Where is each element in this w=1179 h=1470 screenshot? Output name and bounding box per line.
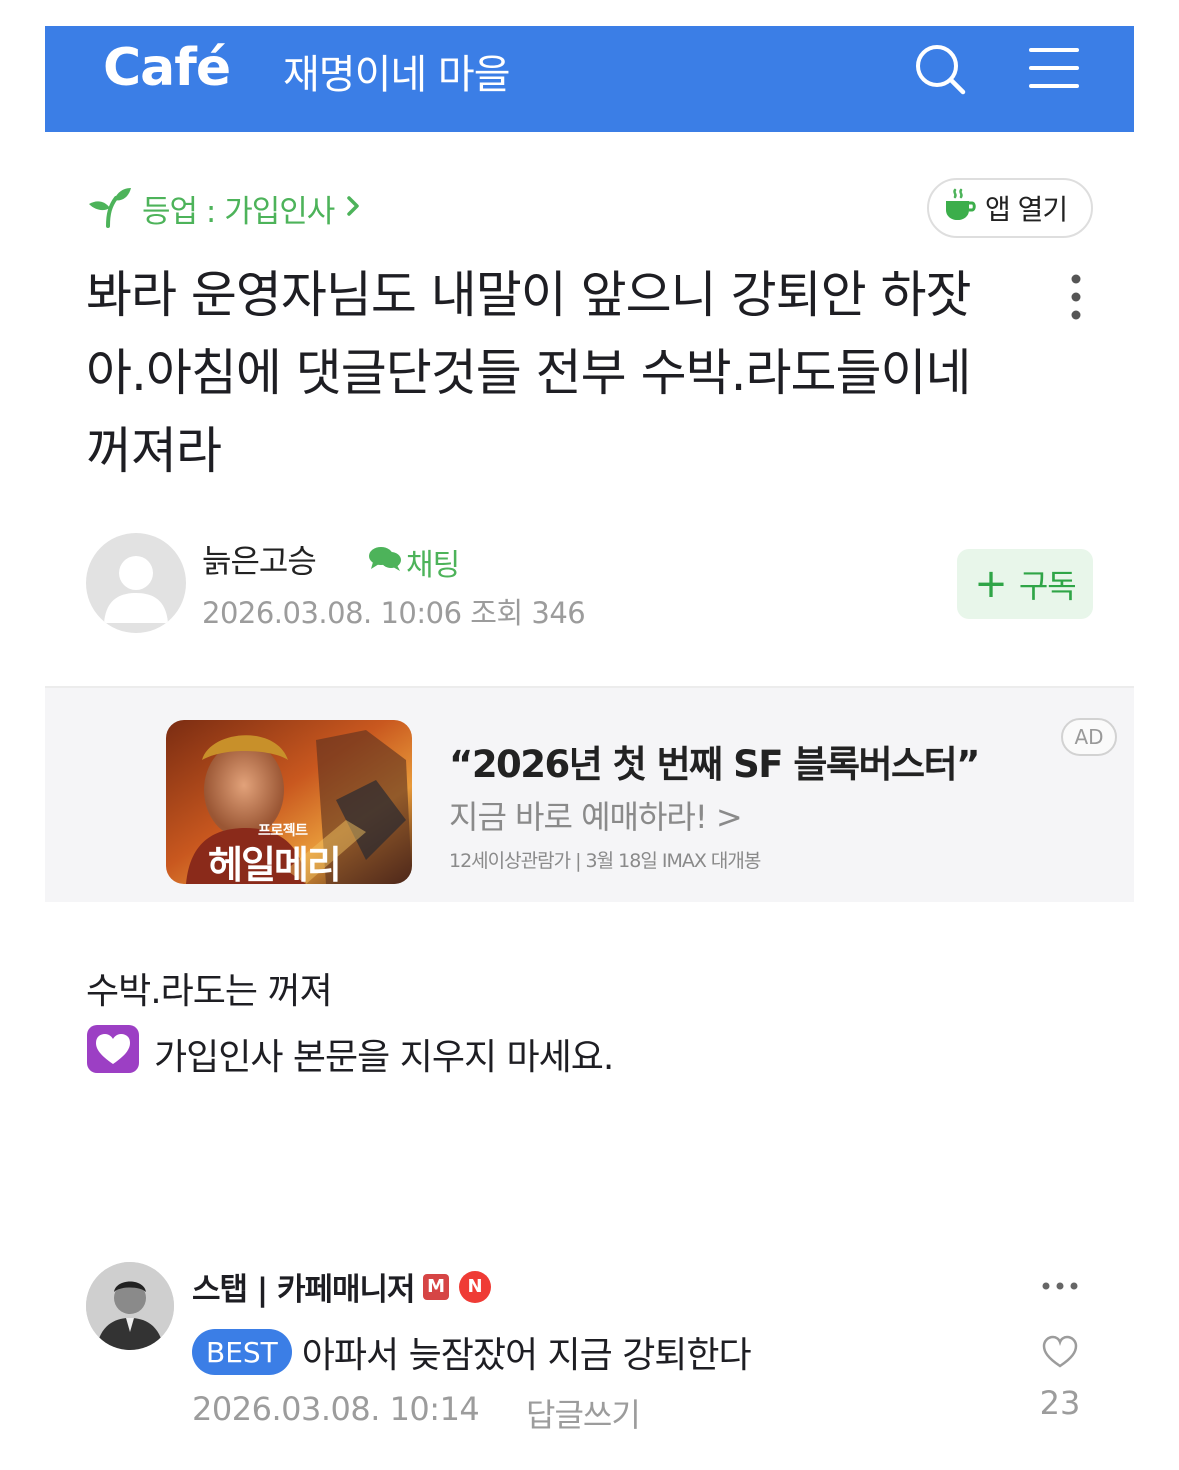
post-body-line: 수박.라도는 꺼져 (86, 971, 333, 1012)
top-header: Café 재명이네 마을 (45, 26, 1134, 132)
ad-headline[interactable]: “2026년 첫 번째 SF 블록버스터” (449, 734, 980, 788)
cafe-logo[interactable]: Café (103, 38, 231, 98)
ad-poster-image[interactable]: 프로젝트 헤일메리 (166, 720, 412, 884)
best-badge: BEST (192, 1329, 292, 1375)
post-body-line: 가입인사 본문을 지우지 마세요. (86, 1024, 614, 1083)
author-name[interactable]: 늙은고승 (202, 536, 317, 582)
ad-fineprint: 12세이상관람가 | 3월 18일 IMAX 대개봉 (449, 850, 761, 872)
board-breadcrumb[interactable]: 등업 : 가입인사 (86, 184, 360, 232)
open-app-label: 앱 열기 (985, 193, 1068, 226)
chat-label: 채팅 (406, 548, 460, 583)
open-app-button[interactable]: 앱 열기 (927, 178, 1093, 238)
chat-button[interactable]: 채팅 (368, 540, 460, 584)
post-title: 봐라 운영자님도 내말이 앞으니 강퇴안 하잣아.아침에 댓글단것들 전부 수박… (86, 266, 971, 480)
more-vertical-icon[interactable] (1064, 272, 1088, 322)
plus-icon: + (974, 561, 1008, 607)
views-count: 346 (531, 596, 586, 630)
commenter-name[interactable]: 스탭 | 카페매니저 (192, 1264, 416, 1309)
views-label: 조회 (470, 596, 523, 630)
comment-text: 아파서 늦잠잤어 지금 강퇴한다 (301, 1335, 752, 1376)
comment-date: 2026.03.08. 10:14 (192, 1390, 480, 1428)
author-avatar[interactable] (86, 533, 186, 633)
commenter-avatar[interactable] (86, 1262, 174, 1350)
ad-banner[interactable]: 프로젝트 헤일메리 “2026년 첫 번째 SF 블록버스터” 지금 바로 예매… (45, 686, 1134, 902)
subscribe-label: 구독 (1018, 567, 1077, 605)
post-meta: 2026.03.08. 10:06 조회 346 (202, 590, 586, 632)
coffee-cup-icon (943, 188, 977, 229)
new-badge: N (458, 1270, 491, 1303)
reply-button[interactable]: 답글쓰기 (526, 1390, 641, 1436)
cafe-name[interactable]: 재명이네 마을 (283, 42, 511, 100)
post-body-text: 가입인사 본문을 지우지 마세요. (154, 1036, 614, 1078)
more-horizontal-icon[interactable] (1040, 1276, 1080, 1296)
heart-icon[interactable] (1041, 1334, 1079, 1370)
ad-subline[interactable]: 지금 바로 예매하라! > (449, 792, 743, 838)
ad-poster-title: 헤일메리 (208, 843, 342, 884)
chevron-right-icon (346, 195, 360, 221)
search-icon[interactable] (913, 42, 969, 98)
like-count: 23 (1039, 1384, 1081, 1422)
commenter-name-row[interactable]: 스탭 | 카페매니저 M N (192, 1264, 491, 1309)
sprout-icon (86, 184, 132, 232)
heart-emoji-icon (86, 1024, 140, 1083)
menu-icon[interactable] (1029, 44, 1079, 94)
comment-content: BEST 아파서 늦잠잤어 지금 강퇴한다 (192, 1326, 752, 1378)
chat-bubble-icon (368, 544, 402, 580)
subscribe-button[interactable]: + 구독 (957, 549, 1093, 619)
breadcrumb-label: 등업 : 가입인사 (142, 193, 335, 230)
ad-badge[interactable]: AD (1061, 718, 1117, 756)
manager-badge: M (422, 1273, 449, 1300)
post-date: 2026.03.08. 10:06 (202, 596, 462, 630)
